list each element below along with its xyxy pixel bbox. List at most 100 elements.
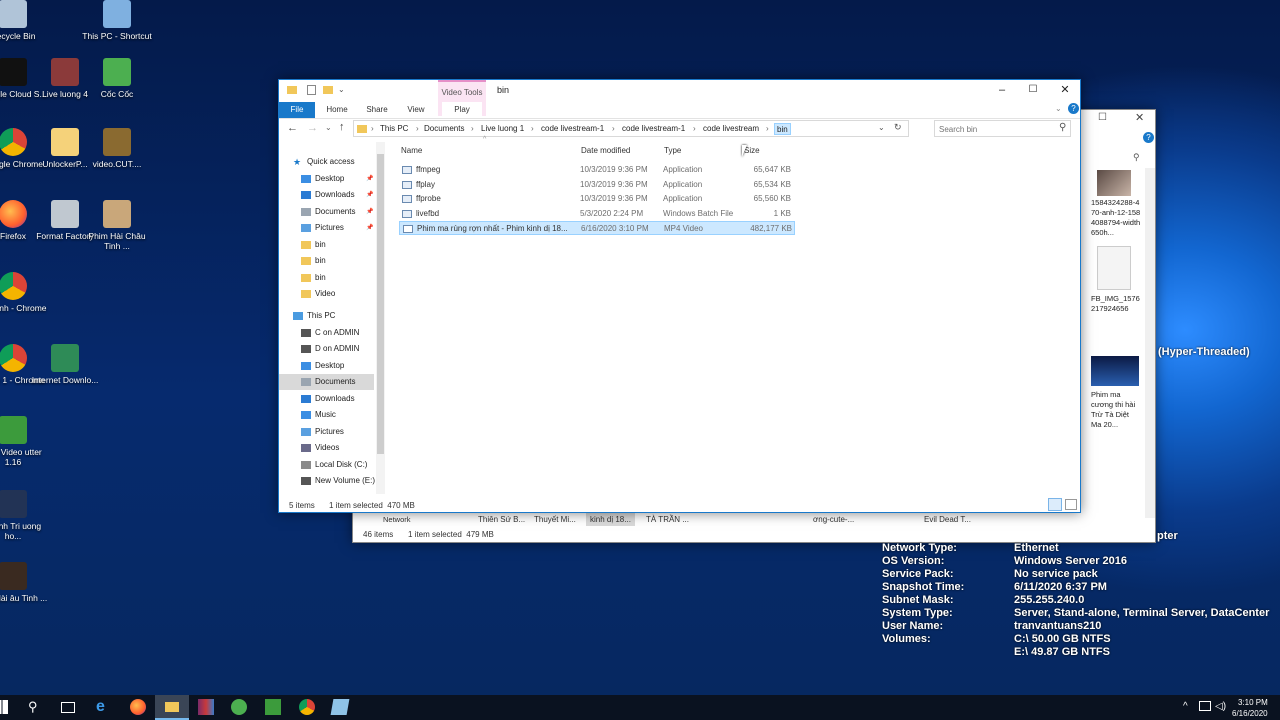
crumb-documents[interactable]: Documents bbox=[424, 121, 464, 137]
column-type[interactable]: Type bbox=[664, 146, 681, 155]
address-dropdown-icon[interactable]: ⌄ bbox=[878, 123, 885, 132]
tab-play[interactable]: Play bbox=[442, 102, 482, 118]
nav-scroll-thumb[interactable] bbox=[377, 154, 384, 454]
clock-time[interactable]: 3:10 PM bbox=[1238, 698, 1268, 707]
firefox-taskbar-icon[interactable] bbox=[130, 699, 146, 715]
pin-icon[interactable]: 📌 bbox=[366, 171, 373, 187]
task-view-icon[interactable] bbox=[61, 702, 75, 713]
back-window-close-button[interactable]: ✕ bbox=[1135, 111, 1144, 124]
tray-chevron-icon[interactable]: ^ bbox=[1183, 699, 1199, 715]
nav-item[interactable]: bin bbox=[279, 270, 374, 286]
nav-item[interactable]: Pictures bbox=[279, 424, 374, 440]
crumb-code-livestream-1b[interactable]: code livestream-1 bbox=[622, 121, 685, 137]
search-taskbar-icon[interactable]: ⚲ bbox=[28, 699, 44, 715]
nav-item[interactable]: D on ADMIN bbox=[279, 341, 374, 357]
nav-item[interactable]: Music bbox=[279, 407, 374, 423]
file-explorer-taskbar-icon[interactable] bbox=[155, 695, 189, 720]
minimize-button[interactable]: – bbox=[986, 80, 1018, 100]
nav-item[interactable]: Pictures 📌 bbox=[279, 220, 374, 236]
start-button[interactable] bbox=[0, 700, 8, 714]
pin-icon[interactable]: 📌 bbox=[366, 204, 373, 220]
desktop-icon[interactable]: ami linh - Chrome bbox=[0, 272, 48, 313]
tab-file[interactable]: File bbox=[279, 102, 315, 118]
crumb-code-livestream-1a[interactable]: code livestream-1 bbox=[541, 121, 604, 137]
crumb-this-pc[interactable]: This PC bbox=[380, 121, 408, 137]
file-row[interactable]: ffmpeg 10/3/2019 9:36 PM Application 65,647… bbox=[399, 163, 795, 177]
desktop-icon[interactable]: Recycle Bin bbox=[0, 0, 48, 41]
desktop-icon[interactable]: video.CUT.... bbox=[82, 128, 152, 169]
crumb-live-luong-1[interactable]: Live luong 1 bbox=[481, 121, 524, 137]
column-date[interactable]: Date modified bbox=[581, 146, 630, 155]
thumb-photo-1[interactable] bbox=[1097, 170, 1131, 196]
nav-item[interactable]: This PC bbox=[271, 308, 366, 324]
back-tab-1[interactable]: Thiên Sứ B... bbox=[478, 515, 525, 524]
up-arrow-icon[interactable]: ↑ bbox=[339, 121, 345, 133]
details-view-icon[interactable] bbox=[1048, 498, 1062, 511]
desktop-icon[interactable]: oo0 Video utter 1.16 bbox=[0, 416, 48, 467]
column-name[interactable]: Name bbox=[401, 146, 422, 155]
nav-item[interactable]: Desktop bbox=[279, 358, 374, 374]
pin-icon[interactable]: 📌 bbox=[366, 220, 373, 236]
nav-item[interactable]: Videos bbox=[279, 440, 374, 456]
back-window-help-icon[interactable]: ? bbox=[1143, 132, 1154, 143]
desktop-icon[interactable]: This PC - Shortcut bbox=[82, 0, 152, 41]
nav-scrollbar[interactable] bbox=[376, 142, 385, 494]
desktop-icon[interactable]: Phim Hài Châu Tinh ... bbox=[82, 200, 152, 251]
back-window-scrollbar[interactable] bbox=[1145, 168, 1155, 518]
desktop-icon[interactable]: him Hài âu Tinh ... bbox=[0, 562, 48, 603]
edge-icon[interactable]: e bbox=[96, 699, 112, 715]
file-row[interactable]: ffprobe 10/3/2019 9:36 PM Application 65,56… bbox=[399, 192, 795, 206]
recent-chevron-icon[interactable]: ⌄ bbox=[325, 123, 332, 132]
new-folder-icon[interactable] bbox=[323, 86, 333, 94]
back-window-search-icon[interactable]: ⚲ bbox=[1133, 152, 1140, 163]
tab-share[interactable]: Share bbox=[361, 103, 393, 117]
thumb-video-3[interactable] bbox=[1091, 356, 1139, 386]
nav-item[interactable]: Downloads bbox=[279, 391, 374, 407]
clock-date[interactable]: 6/16/2020 bbox=[1232, 709, 1268, 718]
nav-item[interactable]: Video bbox=[279, 286, 374, 302]
nav-item[interactable]: Local Disk (C:) bbox=[279, 457, 374, 473]
nav-item[interactable]: bin bbox=[279, 253, 374, 269]
search-input[interactable] bbox=[939, 123, 1049, 135]
chrome-taskbar-icon[interactable] bbox=[299, 699, 315, 715]
desktop-icon[interactable]: Cốc Cốc bbox=[82, 58, 152, 99]
nav-item[interactable]: Downloads 📌 bbox=[279, 187, 374, 203]
back-tab-2[interactable]: Thuyết Mi... bbox=[534, 515, 576, 524]
tab-view[interactable]: View bbox=[400, 103, 432, 117]
tab-home[interactable]: Home bbox=[321, 103, 353, 117]
nav-item[interactable]: Documents 📌 bbox=[279, 204, 374, 220]
file-row[interactable]: livefbd 5/3/2020 2:24 PM Windows Batch Fil… bbox=[399, 207, 795, 221]
nav-item[interactable]: C on ADMIN bbox=[279, 325, 374, 341]
file-row[interactable]: Phim ma rùng rợn nhất - Phim kinh dị 18.… bbox=[399, 221, 795, 235]
desktop-icon[interactable]: Internet Downlo... bbox=[30, 344, 100, 385]
qat-chevron-icon[interactable]: ⌄ bbox=[338, 85, 345, 94]
search-icon[interactable]: ⚲ bbox=[1059, 122, 1066, 133]
maximize-button[interactable]: ☐ bbox=[1017, 80, 1049, 100]
refresh-icon[interactable]: ↻ bbox=[894, 122, 902, 133]
volume-tray-icon[interactable]: ◁) bbox=[1215, 699, 1231, 715]
large-icons-view-icon[interactable] bbox=[1065, 499, 1077, 510]
back-tab-4[interactable]: TÀ TRẦN ... bbox=[646, 515, 689, 524]
video-cutter-taskbar-icon[interactable] bbox=[265, 699, 281, 715]
back-tab-5[interactable]: ơng-cute-... bbox=[813, 515, 854, 524]
nav-item[interactable]: New Volume (E:) bbox=[279, 473, 375, 489]
thumb-photo-2[interactable] bbox=[1097, 246, 1131, 290]
ribbon-expand-icon[interactable]: ⌄ bbox=[1055, 104, 1062, 113]
pin-icon[interactable]: 📌 bbox=[366, 187, 373, 203]
back-arrow-icon[interactable]: ← bbox=[287, 122, 298, 134]
back-tab-3[interactable]: kinh dị 18... bbox=[586, 513, 635, 526]
back-tab-6[interactable]: Evil Dead T... bbox=[924, 515, 971, 524]
network-nav-label[interactable]: Network bbox=[383, 515, 411, 524]
search-box[interactable]: ⚲ bbox=[934, 120, 1071, 137]
properties-icon[interactable] bbox=[307, 85, 316, 95]
coccoc-taskbar-icon[interactable] bbox=[231, 699, 247, 715]
network-tray-icon[interactable] bbox=[1199, 701, 1211, 711]
crumb-bin[interactable]: bin bbox=[774, 123, 791, 135]
help-icon[interactable]: ? bbox=[1068, 103, 1079, 114]
notepad-taskbar-icon[interactable] bbox=[330, 699, 350, 715]
winrar-taskbar-icon[interactable] bbox=[198, 699, 214, 715]
file-row[interactable]: ffplay 10/3/2019 9:36 PM Application 65,534… bbox=[399, 178, 795, 192]
nav-item[interactable]: bin bbox=[279, 237, 374, 253]
back-window-maximize-button[interactable]: ☐ bbox=[1098, 112, 1107, 123]
nav-item[interactable]: Desktop 📌 bbox=[279, 171, 374, 187]
